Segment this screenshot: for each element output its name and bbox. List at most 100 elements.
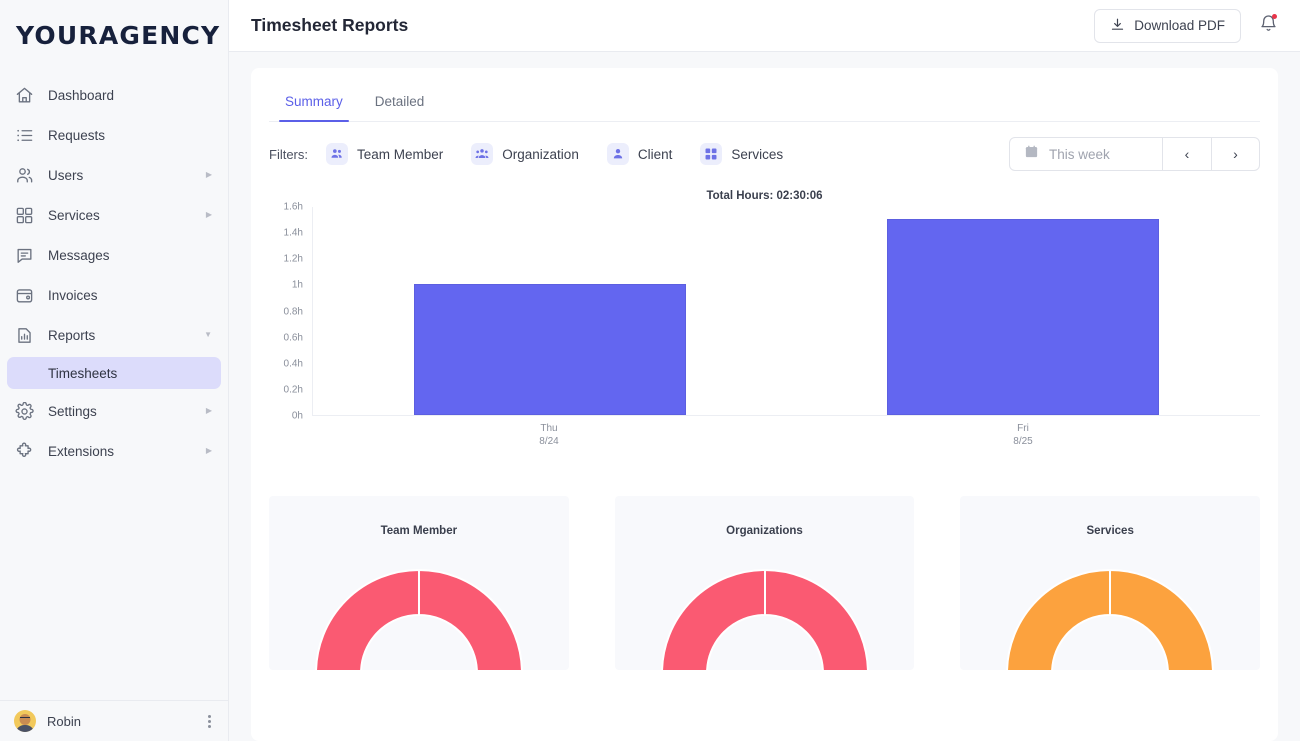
- grid-icon: [14, 205, 34, 225]
- chat-icon: [14, 245, 34, 265]
- sidebar-item-users[interactable]: Users ▶: [0, 155, 228, 195]
- x-tick-label: Thu8/24: [312, 422, 786, 448]
- bar-slot: [313, 207, 787, 415]
- tabs: Summary Detailed: [269, 68, 1260, 122]
- gear-icon: [14, 401, 34, 421]
- filter-bar: Filters: Team Member Organization Client: [269, 122, 1260, 186]
- y-tick-label: 0h: [292, 411, 303, 422]
- tab-detailed[interactable]: Detailed: [359, 86, 441, 121]
- sidebar-item-label: Reports: [48, 328, 95, 343]
- chart-bar[interactable]: [887, 219, 1159, 415]
- donut-segment[interactable]: [765, 570, 868, 670]
- y-tick-label: 0.8h: [284, 306, 303, 317]
- sidebar-item-services[interactable]: Services ▶: [0, 195, 228, 235]
- page-title: Timesheet Reports: [251, 15, 1094, 36]
- y-tick-label: 1h: [292, 280, 303, 291]
- y-tick-label: 0.4h: [284, 358, 303, 369]
- filter-label: Team Member: [357, 147, 443, 162]
- filter-team-member[interactable]: Team Member: [326, 143, 443, 165]
- donut-cards: Team Member Organizations Services: [269, 496, 1260, 670]
- y-tick-label: 1.6h: [284, 202, 303, 213]
- donut-segment[interactable]: [316, 570, 419, 670]
- total-hours-label: Total Hours: 02:30:06: [269, 190, 1260, 202]
- chart-bar[interactable]: [414, 284, 686, 415]
- donut-title: Organizations: [726, 525, 803, 537]
- brand-logo: YOURAGENCY: [0, 0, 228, 48]
- filters-label: Filters:: [269, 147, 308, 162]
- filter-client[interactable]: Client: [607, 143, 673, 165]
- chevron-right-icon[interactable]: ▶: [206, 211, 212, 219]
- donut-segment[interactable]: [419, 570, 522, 670]
- calendar-icon: [1024, 144, 1039, 164]
- donut-chart[interactable]: [299, 553, 539, 670]
- home-icon: [14, 85, 34, 105]
- users-icon: [14, 165, 34, 185]
- sidebar-item-label: Users: [48, 168, 83, 183]
- more-options-icon[interactable]: [204, 711, 215, 732]
- donut-segment[interactable]: [1007, 570, 1110, 670]
- avatar: [14, 710, 36, 732]
- download-pdf-button[interactable]: Download PDF: [1094, 9, 1241, 43]
- y-axis: 1.6h1.4h1.2h1h0.8h0.6h0.4h0.2h0h: [269, 207, 307, 416]
- sidebar-item-label: Messages: [48, 248, 110, 263]
- sidebar-item-extensions[interactable]: Extensions ▶: [0, 431, 228, 471]
- chevron-right-icon[interactable]: ▶: [206, 407, 212, 415]
- y-tick-label: 1.4h: [284, 228, 303, 239]
- notification-badge: [1272, 14, 1277, 19]
- report-icon: [14, 325, 34, 345]
- donut-card-organizations: Organizations: [615, 496, 915, 670]
- sidebar-item-settings[interactable]: Settings ▶: [0, 391, 228, 431]
- sidebar-item-invoices[interactable]: Invoices: [0, 275, 228, 315]
- chart-plot: 1.6h1.4h1.2h1h0.8h0.6h0.4h0.2h0h: [269, 207, 1260, 416]
- y-tick-label: 1.2h: [284, 254, 303, 265]
- filter-label: Client: [638, 147, 673, 162]
- sidebar-item-messages[interactable]: Messages: [0, 235, 228, 275]
- download-pdf-label: Download PDF: [1134, 18, 1225, 33]
- bar-slot: [787, 207, 1261, 415]
- sidebar-item-label: Services: [48, 208, 100, 223]
- chevron-right-icon[interactable]: ▶: [206, 447, 212, 455]
- sidebar-item-label: Extensions: [48, 444, 114, 459]
- chevron-down-icon[interactable]: ▼: [204, 331, 212, 339]
- date-range-selector: This week ‹ ›: [1009, 137, 1260, 171]
- chevron-right-icon[interactable]: ▶: [206, 171, 212, 179]
- donut-segment[interactable]: [1110, 570, 1213, 670]
- donut-card-services: Services: [960, 496, 1260, 670]
- app-root: YOURAGENCY Dashboard Requests Users ▶ Se…: [0, 0, 1300, 741]
- donut-segment[interactable]: [662, 570, 765, 670]
- filter-services[interactable]: Services: [700, 143, 783, 165]
- date-prev-button[interactable]: ‹: [1163, 138, 1211, 170]
- notifications-button[interactable]: [1259, 14, 1278, 38]
- hours-bar-chart: Total Hours: 02:30:06 1.6h 1.4h 1.2h 1h 0.8h…: [269, 186, 1260, 454]
- group-people-icon: [471, 143, 493, 165]
- sidebar-item-timesheets[interactable]: Timesheets: [7, 357, 221, 389]
- filter-organization[interactable]: Organization: [471, 143, 579, 165]
- date-next-button[interactable]: ›: [1211, 138, 1259, 170]
- grid-squares-icon: [700, 143, 722, 165]
- donut-chart[interactable]: [645, 553, 885, 670]
- plot-area: [312, 207, 1260, 416]
- donut-title: Team Member: [381, 525, 457, 537]
- donut-chart[interactable]: [990, 553, 1230, 670]
- filter-label: Services: [731, 147, 783, 162]
- download-icon: [1110, 17, 1125, 35]
- x-tick-label: Fri8/25: [786, 422, 1260, 448]
- user-bar[interactable]: Robin: [0, 700, 229, 741]
- user-name: Robin: [47, 714, 204, 729]
- y-tick-label: 0.6h: [284, 332, 303, 343]
- sidebar-item-label: Requests: [48, 128, 105, 143]
- tab-summary[interactable]: Summary: [269, 86, 359, 121]
- sidebar-item-label: Settings: [48, 404, 97, 419]
- sidebar-item-reports[interactable]: Reports ▼: [0, 315, 228, 355]
- sidebar-item-dashboard[interactable]: Dashboard: [0, 75, 228, 115]
- x-axis-labels: Thu8/24Fri8/25: [312, 422, 1260, 448]
- filter-label: Organization: [502, 147, 579, 162]
- date-range-input[interactable]: This week: [1010, 138, 1163, 170]
- donut-card-team-member: Team Member: [269, 496, 569, 670]
- y-tick-label: 0.2h: [284, 384, 303, 395]
- two-people-icon: [326, 143, 348, 165]
- report-card: Summary Detailed Filters: Team Member Or…: [251, 68, 1278, 741]
- top-bar: Timesheet Reports Download PDF: [229, 0, 1300, 52]
- sidebar-item-requests[interactable]: Requests: [0, 115, 228, 155]
- bars-container: [313, 207, 1260, 415]
